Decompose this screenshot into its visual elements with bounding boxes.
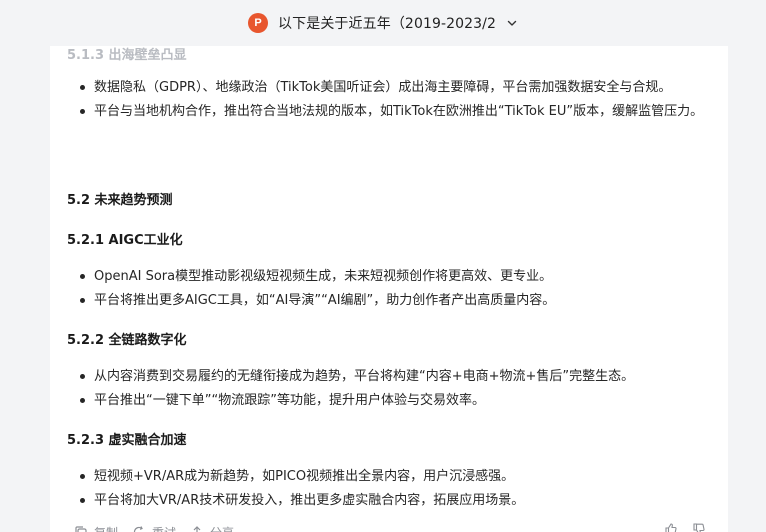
list-item: 数据隐私（GDPR）、地缘政治（TikTok美国听证会）成出海主要障碍，平台需加… [67, 76, 712, 100]
list-item: 平台将加大VR/AR技术研发投入，推出更多虚实融合内容，拓展应用场景。 [67, 489, 712, 513]
heading-5-2: 5.2 未来趋势预测 [67, 193, 173, 208]
heading-5-2-2: 5.2.2 全链路数字化 [67, 333, 187, 348]
bullet-list-section-1: 数据隐私（GDPR）、地缘政治（TikTok美国听证会）成出海主要障碍，平台需加… [67, 76, 712, 123]
message-action-bar: 复制 重试 分享 [74, 522, 234, 532]
list-item: 从内容消费到交易履约的无缝衔接成为趋势，平台将构建“内容+电商+物流+售后”完整… [67, 365, 712, 389]
thumbs-down-icon[interactable] [692, 522, 706, 532]
regenerate-label: 重试 [152, 524, 176, 532]
document-title: 以下是关于近五年（2019-2023/2 [278, 16, 496, 32]
list-item: 平台推出“一键下单”“物流跟踪”等功能，提升用户体验与交易效率。 [67, 389, 712, 413]
copy-button[interactable]: 复制 [74, 524, 118, 532]
chat-window: 5.1.3 出海壁垒凸显 数据隐私（GDPR）、地缘政治（TikTok美国听证会… [0, 0, 766, 532]
title-bar: P 以下是关于近五年（2019-2023/2 [0, 0, 766, 46]
scrollbar[interactable] [760, 46, 766, 532]
list-item: 平台将推出更多AIGC工具，如“AI导演”“AI编剧”，助力创作者产出高质量内容… [67, 289, 712, 313]
powerpoint-icon-letter: P [254, 16, 262, 29]
regenerate-button[interactable]: 重试 [132, 524, 176, 532]
refresh-icon [133, 526, 144, 532]
list-item: 短视频+VR/AR成为新趋势，如PICO视频推出全景内容，用户沉浸感强。 [67, 465, 712, 489]
heading-5-2-3: 5.2.3 虚实融合加速 [67, 433, 187, 448]
feedback-actions [664, 522, 706, 532]
copy-label: 复制 [94, 524, 118, 532]
list-item: 平台与当地机构合作，推出符合当地法规的版本，如TikTok在欧洲推出“TikTo… [67, 100, 712, 124]
list-item: OpenAI Sora模型推动影视级短视频生成，未来短视频创作将更高效、更专业。 [67, 265, 712, 289]
bullet-list-vr: 短视频+VR/AR成为新趋势，如PICO视频推出全景内容，用户沉浸感强。 平台将… [67, 465, 712, 512]
thumbs-up-icon[interactable] [664, 522, 678, 532]
copy-icon [75, 526, 87, 532]
share-label: 分享 [210, 524, 234, 532]
bullet-list-digital: 从内容消费到交易履约的无缝衔接成为趋势，平台将构建“内容+电商+物流+售后”完整… [67, 365, 712, 412]
powerpoint-icon: P [248, 13, 269, 33]
bullet-list-aigc: OpenAI Sora模型推动影视级短视频生成，未来短视频创作将更高效、更专业。… [67, 265, 712, 312]
heading-5-2-1: 5.2.1 AIGC工业化 [67, 233, 183, 248]
faded-section-heading: 5.1.3 出海壁垒凸显 [67, 48, 187, 63]
chevron-down-icon [507, 20, 517, 26]
share-button[interactable]: 分享 [190, 524, 234, 532]
message-card: 5.1.3 出海壁垒凸显 数据隐私（GDPR）、地缘政治（TikTok美国听证会… [50, 0, 728, 532]
share-icon [193, 526, 201, 532]
document-title-dropdown[interactable]: P 以下是关于近五年（2019-2023/2 [248, 13, 518, 33]
